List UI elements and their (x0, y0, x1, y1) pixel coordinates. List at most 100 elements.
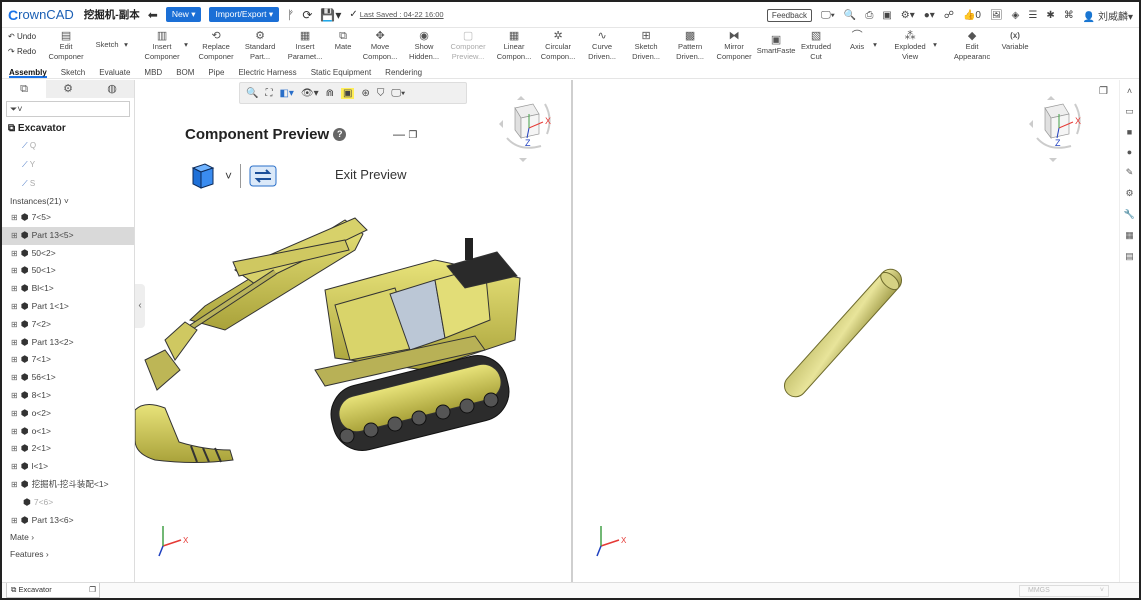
tree-row[interactable]: ⊞ ⬢ 50<2> (2, 245, 134, 263)
globe-icon[interactable]: ●▾ (924, 10, 935, 21)
swap-icon[interactable] (249, 165, 277, 187)
tab-assembly[interactable]: Assembly (9, 66, 47, 78)
display-icon[interactable]: 🖵▾ (821, 10, 835, 21)
curve-driven-button[interactable]: ∿ Curve Driven... (582, 30, 622, 62)
features-folder[interactable]: Features › (10, 546, 134, 563)
tree-root[interactable]: ⧉ Excavator (8, 123, 134, 134)
pin-part-model[interactable] (763, 248, 923, 418)
tree-row[interactable]: ⊞ ⬢ 挖掘机-挖斗装配<1> (2, 476, 134, 494)
view-cube-icon[interactable]: ◧▾ (279, 88, 293, 99)
exploded-dropdown[interactable]: ▾ (930, 40, 940, 50)
expand-icon[interactable]: ⊞ (11, 512, 18, 530)
view-cube[interactable]: X Z (497, 94, 557, 164)
tab-rendering[interactable]: Rendering (385, 66, 422, 78)
expand-icon[interactable]: ⊞ (11, 298, 18, 316)
new-button[interactable]: New ▾ (165, 7, 202, 22)
extruded-cut-button[interactable]: ▧ Extruded Cut (798, 30, 834, 62)
plane-y[interactable]: ⟋ Y (22, 155, 134, 174)
tab-static-equipment[interactable]: Static Equipment (311, 66, 371, 78)
display-icon[interactable]: 🖵▾ (391, 88, 405, 99)
app-logo[interactable]: CrownCAD (8, 7, 74, 23)
model-icon[interactable]: ◈ (1012, 10, 1020, 21)
list-icon[interactable]: ▤ (1125, 251, 1134, 262)
menu-icon[interactable]: ☰ (1028, 10, 1037, 21)
grid-icon[interactable]: ▦ (1125, 230, 1134, 241)
show-hidden-button[interactable]: ◉ Show Hidden... (404, 30, 444, 62)
standard-part-button[interactable]: ⚙ Standard Part... (240, 30, 280, 62)
expand-icon[interactable]: ⊞ (11, 440, 18, 458)
edit-component-button[interactable]: ▤ Edit Componer (48, 30, 84, 62)
user-menu[interactable]: 👤 刘威麟▾ (1083, 8, 1133, 23)
settings-icon[interactable]: ⚙▾ (901, 10, 915, 21)
pattern-driven-button[interactable]: ▩ Pattern Driven... (670, 30, 710, 62)
plane-s[interactable]: ⟋ S (22, 174, 134, 193)
expand-icon[interactable]: ⊞ (11, 280, 18, 298)
tree-row[interactable]: ⊞ ⬢ Part 13<2> (2, 334, 134, 352)
expand-icon[interactable]: ⊞ (11, 476, 18, 494)
mate-folder[interactable]: Mate › (10, 529, 134, 546)
fit-icon[interactable]: ⛶ (265, 88, 272, 99)
render-icon[interactable]: ⊛ (361, 88, 369, 99)
globe-tab-icon[interactable]: ◍ (90, 80, 134, 98)
import-export-button[interactable]: Import/Export ▾ (209, 7, 280, 22)
redo-button[interactable]: ↷ Redo (8, 47, 36, 56)
print-icon[interactable]: ⎙ (865, 10, 873, 21)
collapse-icon[interactable]: ˄ (1127, 86, 1132, 96)
chevron-down-icon[interactable]: ˅ (225, 169, 232, 183)
expand-icon[interactable]: ⊞ (11, 245, 18, 263)
minimize-icon[interactable]: — (393, 127, 405, 141)
settings-icon[interactable]: ⚙ (1125, 188, 1133, 199)
smart-fastener-button[interactable]: ▣ SmartFaste (757, 34, 796, 56)
tab-evaluate[interactable]: Evaluate (99, 66, 130, 78)
exploded-view-button[interactable]: ⁂ Exploded View (890, 30, 930, 62)
tree-row[interactable]: ⊞ ⬢ 2<1> (2, 440, 134, 458)
tree-row[interactable]: ⊞ ⬢ Bl<1> (2, 280, 134, 298)
expand-icon[interactable]: ⊞ (11, 351, 18, 369)
edit-appearance-button[interactable]: ◆ Edit Appearanc (952, 30, 992, 62)
mate-button[interactable]: ⧉ Mate (330, 30, 356, 52)
insert-parametric-button[interactable]: ▦ Insert Paramet... (284, 30, 326, 62)
cube-view-icon[interactable] (189, 162, 217, 190)
point-icon[interactable]: ● (1127, 147, 1132, 157)
expand-icon[interactable]: ⊞ (11, 209, 18, 227)
insert-component-button[interactable]: ▥ Insert Componer (142, 30, 182, 62)
refresh-icon[interactable]: ⟳ (302, 8, 312, 22)
expand-icon[interactable]: ⊞ (11, 369, 18, 387)
mirror-component-button[interactable]: ⧓ Mirror Componer (714, 30, 754, 62)
folder-icon[interactable]: ▭ (1125, 106, 1134, 117)
tree-row[interactable]: ⊞ ⬢ Part 1<1> (2, 298, 134, 316)
variable-button[interactable]: (x) Variable (998, 30, 1032, 52)
circular-pattern-button[interactable]: ✲ Circular Compon... (538, 30, 578, 62)
replace-component-button[interactable]: ⟲ Replace Componer (196, 30, 236, 62)
tree-row[interactable]: ⊞ ⬢ o<1> (2, 423, 134, 441)
tree-row[interactable]: ⊞ ⬢ 50<1> (2, 262, 134, 280)
last-saved-link[interactable]: Last Saved : 04-22 16:00 (360, 10, 444, 19)
main-viewport[interactable]: X Z ❐ X (573, 80, 1119, 582)
expand-icon[interactable]: ⊞ (11, 423, 18, 441)
video-icon[interactable]: ■ (1127, 127, 1132, 137)
tree-row[interactable]: ⊞ ⬢ 7<2> (2, 316, 134, 334)
tree-row[interactable]: ⬢ 7<6> (2, 494, 134, 512)
save-icon[interactable]: 💾▾ (320, 8, 341, 22)
feedback-button[interactable]: Feedback (766, 8, 813, 22)
branch-icon[interactable]: ᚠ (287, 8, 294, 22)
linear-pattern-button[interactable]: ▦ Linear Compon... (494, 30, 534, 62)
tree-row[interactable]: ⊞ ⬢ o<2> (2, 405, 134, 423)
tree-row[interactable]: ⊞ ⬢ 7<5> (2, 209, 134, 227)
tree-row[interactable]: ⊞ ⬢ Part 13<5> (2, 226, 134, 245)
document-tab[interactable]: ⧉ Excavator ❐ (6, 583, 100, 598)
tab-bom[interactable]: BOM (176, 66, 194, 78)
tab-electric-harness[interactable]: Electric Harness (238, 66, 296, 78)
back-icon[interactable]: ⬅ (148, 8, 158, 22)
appearance-icon[interactable]: ⛉ (377, 88, 385, 99)
sketch-driven-button[interactable]: ⊞ Sketch Driven... (626, 30, 666, 62)
undo-button[interactable]: ↶ Undo (8, 32, 36, 41)
exit-preview-button[interactable]: Exit Preview (335, 167, 407, 182)
expand-icon[interactable]: ⊞ (11, 458, 18, 476)
section-icon[interactable]: ⋒ (326, 88, 334, 99)
tree-row[interactable]: ⊞ ⬢ 7<1> (2, 351, 134, 369)
search-icon[interactable]: 🔍 (844, 10, 856, 21)
excavator-model[interactable] (135, 210, 565, 490)
expand-icon[interactable]: ⊞ (11, 387, 18, 405)
apps-icon[interactable]: ⌘ (1064, 10, 1074, 21)
